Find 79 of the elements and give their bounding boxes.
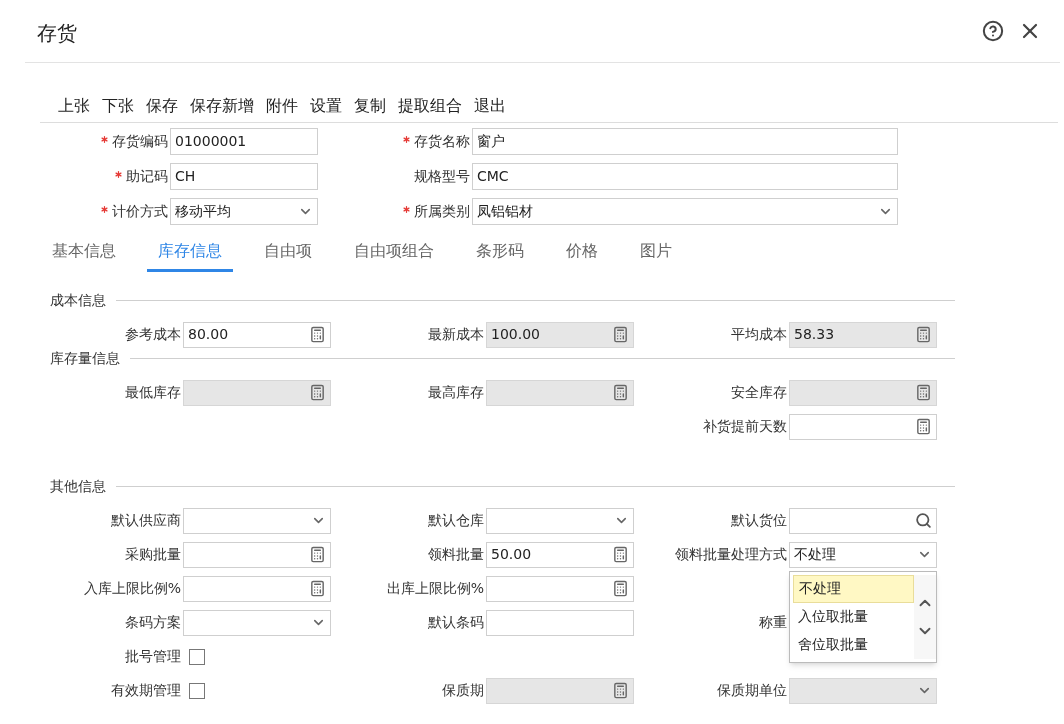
field-label: 参考成本	[125, 325, 182, 344]
tab[interactable]: 自由项组合	[343, 239, 445, 272]
select-field[interactable]: 不处理	[789, 541, 937, 568]
field-label: 采购批量	[125, 545, 182, 564]
toolbar-button[interactable]: 保存	[146, 94, 178, 118]
checkbox[interactable]	[189, 682, 205, 699]
field-label: 领料批量处理方式	[675, 545, 788, 564]
tab[interactable]: 基本信息	[41, 239, 127, 272]
field-label: 存货编码	[112, 132, 168, 151]
field-label: 存货名称	[414, 132, 470, 151]
field-label: 条码方案	[125, 613, 182, 632]
dropdown-option[interactable]: 入位取批量	[793, 602, 914, 631]
input-field[interactable]: CH	[170, 163, 318, 190]
toolbar-button[interactable]: 附件	[266, 94, 298, 118]
input-field[interactable]	[789, 507, 937, 534]
field-label: 平均成本	[731, 325, 788, 344]
field-label: 有效期管理	[111, 681, 182, 700]
search-icon[interactable]	[915, 512, 932, 529]
calculator-icon[interactable]	[612, 546, 629, 563]
input-field[interactable]	[183, 575, 331, 602]
toolbar-button[interactable]: 上张	[58, 94, 90, 118]
toolbar-button[interactable]: 复制	[354, 94, 386, 118]
dropdown-option[interactable]: 不处理	[793, 574, 914, 603]
calculator-icon[interactable]	[915, 418, 932, 435]
select-field[interactable]	[183, 609, 331, 636]
field-label: 规格型号	[414, 167, 470, 186]
field-label: 最低库存	[125, 383, 182, 402]
field-label: 计价方式	[112, 202, 168, 221]
calculator-icon[interactable]	[309, 326, 326, 343]
field-label: 最高库存	[428, 383, 485, 402]
field-label: 助记码	[126, 167, 168, 186]
field-label: 入库上限比例%	[83, 579, 182, 598]
field-label: 批号管理	[125, 647, 182, 666]
dropdown-option[interactable]: 舍位取批量	[793, 630, 914, 659]
field-label: 所属类别	[414, 202, 470, 221]
calculator-icon[interactable]	[309, 580, 326, 597]
field-label: 补货提前天数	[703, 417, 788, 436]
input-field[interactable]	[789, 413, 937, 440]
toolbar-button[interactable]: 提取组合	[398, 94, 462, 118]
field-label: 领料批量	[428, 545, 485, 564]
field-label: 称重	[759, 613, 788, 632]
field-label: 默认条码	[428, 613, 485, 632]
input-field[interactable]: 80.00	[183, 321, 331, 348]
select-field[interactable]: 移动平均	[170, 198, 318, 225]
input-field[interactable]: CMC	[472, 163, 898, 190]
field-label: 默认供应商	[111, 511, 182, 530]
input-field[interactable]	[486, 575, 634, 602]
section-title: 成本信息	[50, 291, 106, 310]
tab[interactable]: 自由项	[253, 239, 323, 272]
section-title: 其他信息	[50, 477, 106, 496]
window-title: 存货	[37, 20, 77, 47]
field-label: 保质期	[442, 681, 485, 700]
toolbar-button[interactable]: 保存新增	[190, 94, 254, 118]
field-label: 默认仓库	[428, 511, 485, 530]
select-field[interactable]: 凤铝铝材	[472, 198, 898, 225]
select-field[interactable]	[183, 507, 331, 534]
input-field[interactable]: 50.00	[486, 541, 634, 568]
tab[interactable]: 库存信息	[147, 239, 233, 272]
tab[interactable]: 条形码	[465, 239, 535, 272]
toolbar-button[interactable]: 下张	[102, 94, 134, 118]
input-field[interactable]: 窗户	[472, 128, 898, 155]
field-label: 安全库存	[731, 383, 788, 402]
tab[interactable]: 图片	[629, 239, 683, 272]
input-field[interactable]	[183, 541, 331, 568]
field-label: 保质期单位	[717, 681, 788, 700]
field-label: 最新成本	[428, 325, 485, 344]
calculator-icon[interactable]	[612, 580, 629, 597]
tab[interactable]: 价格	[555, 239, 609, 272]
checkbox[interactable]	[189, 648, 205, 665]
field-label: 出库上限比例%	[386, 579, 485, 598]
help-icon[interactable]	[982, 20, 1004, 42]
calculator-icon[interactable]	[309, 546, 326, 563]
section-title: 库存量信息	[50, 349, 120, 368]
input-field[interactable]: 01000001	[170, 128, 318, 155]
input-field[interactable]	[486, 609, 634, 636]
toolbar-button[interactable]: 退出	[474, 94, 506, 118]
toolbar-button[interactable]: 设置	[310, 94, 342, 118]
field-label: 默认货位	[731, 511, 788, 530]
select-field[interactable]	[486, 507, 634, 534]
